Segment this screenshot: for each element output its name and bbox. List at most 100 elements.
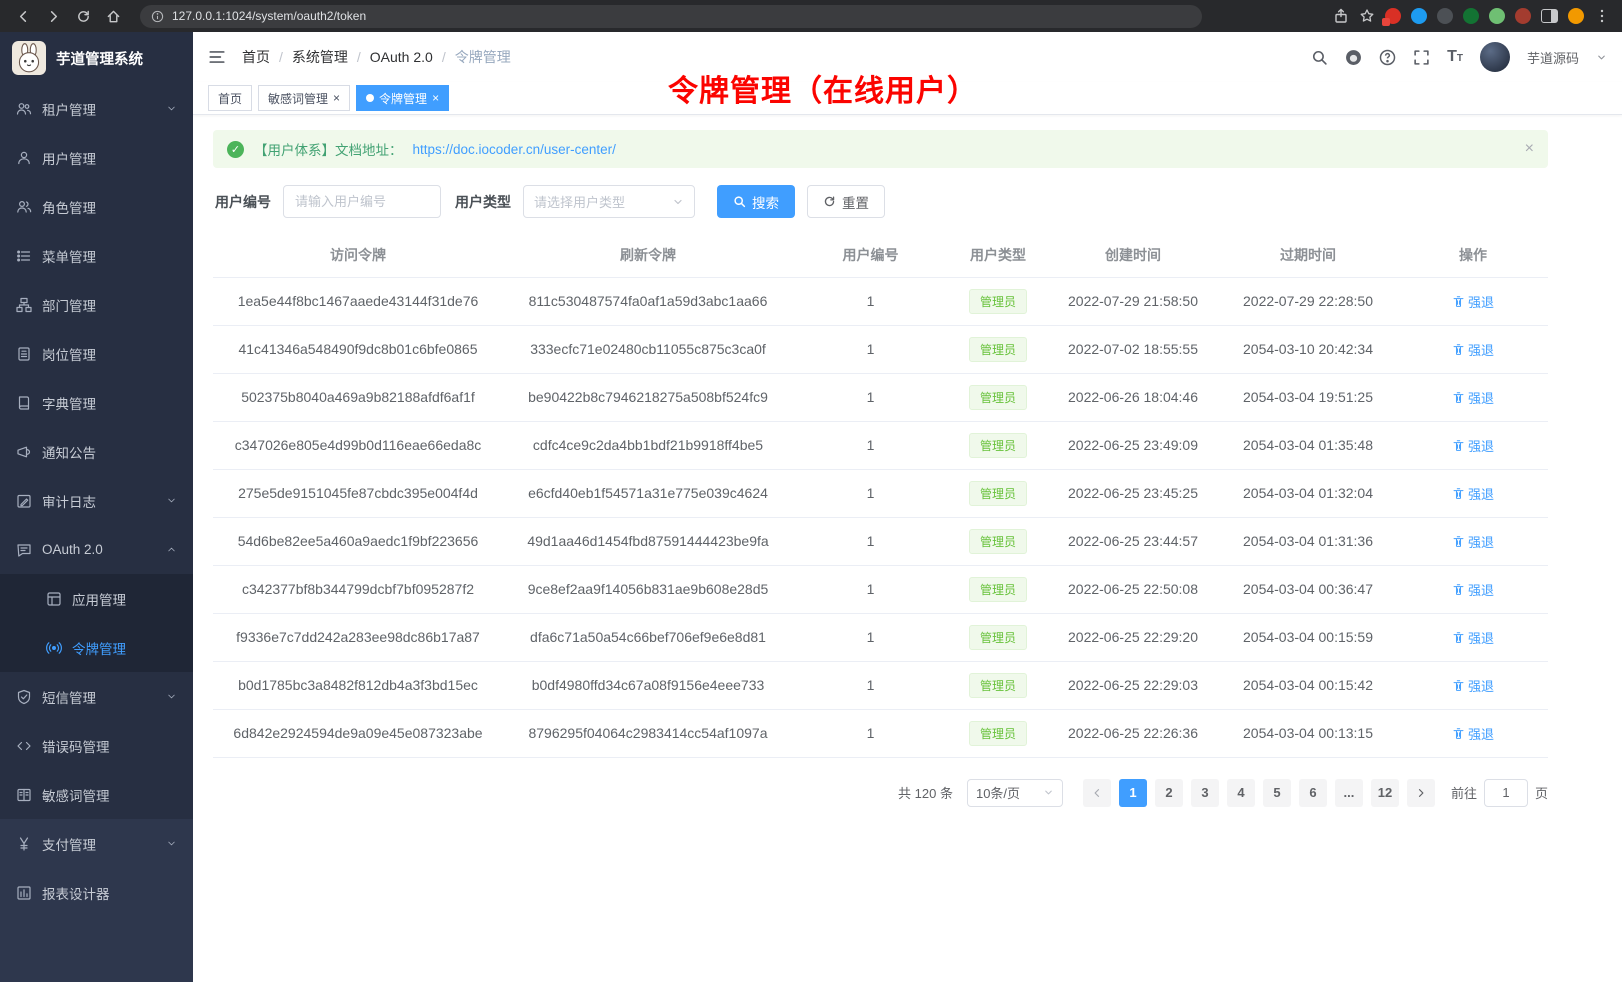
username[interactable]: 芋道源码 [1527, 48, 1579, 67]
force-logout-button[interactable]: 强退 [1452, 292, 1494, 311]
sidebar-subitem-1[interactable]: 应用管理 [0, 574, 193, 623]
extension-icon[interactable] [1437, 8, 1453, 24]
chevron-down-icon[interactable] [1596, 52, 1607, 63]
expire-time-cell: 2054-03-04 01:35:48 [1218, 421, 1398, 469]
extension-icon[interactable] [1411, 8, 1427, 24]
browser-menu-icon[interactable] [1594, 8, 1610, 24]
back-button[interactable] [10, 3, 36, 29]
breadcrumb-item[interactable]: 首页 [242, 47, 270, 67]
share-icon[interactable] [1333, 8, 1349, 24]
sidebar-item-label: 字典管理 [42, 393, 96, 413]
menu-icon [16, 248, 32, 264]
force-logout-button[interactable]: 强退 [1452, 580, 1494, 599]
access-token-cell: 41c41346a548490f9dc8b01c6bfe0865 [213, 325, 503, 373]
sidebar-item-3[interactable]: 角色管理 [0, 182, 193, 231]
site-info-icon[interactable] [151, 10, 164, 23]
prev-page-button[interactable] [1083, 779, 1111, 807]
user-avatar[interactable] [1480, 42, 1510, 72]
search-icon[interactable] [1311, 49, 1328, 66]
trash-icon [1452, 343, 1465, 356]
sidebar-item-4[interactable]: 菜单管理 [0, 231, 193, 280]
sidebar-subitem-2[interactable]: 令牌管理 [0, 623, 193, 672]
reset-button[interactable]: 重置 [807, 185, 885, 218]
extension-icon[interactable] [1463, 8, 1479, 24]
extension-icon[interactable] [1515, 8, 1531, 24]
user-id-input[interactable] [283, 185, 441, 218]
sidebar-item-6[interactable]: 岗位管理 [0, 329, 193, 378]
alert-doc-link[interactable]: https://doc.iocoder.cn/user-center/ [413, 142, 616, 157]
page-button-6[interactable]: 6 [1299, 779, 1327, 807]
created-time-cell: 2022-06-25 22:50:08 [1048, 565, 1218, 613]
close-tab-icon[interactable]: × [432, 92, 439, 104]
close-tab-icon[interactable]: × [333, 92, 340, 104]
force-logout-button[interactable]: 强退 [1452, 484, 1494, 503]
reload-button[interactable] [70, 3, 96, 29]
page-button-12[interactable]: 12 [1371, 779, 1399, 807]
url-bar[interactable]: 127.0.0.1:1024/system/oauth2/token [140, 5, 1202, 28]
breadcrumb-item[interactable]: 系统管理 [292, 47, 348, 67]
user-id-label: 用户编号 [215, 192, 271, 212]
close-alert-icon[interactable]: × [1525, 140, 1534, 158]
force-logout-button[interactable]: 强退 [1452, 388, 1494, 407]
github-icon[interactable] [1345, 49, 1362, 66]
user-type-select[interactable]: 请选择用户类型 [523, 185, 695, 218]
tab-1[interactable]: 首页 [208, 85, 252, 111]
tab-3[interactable]: 令牌管理× [356, 85, 449, 111]
page-button-4[interactable]: 4 [1227, 779, 1255, 807]
extension-icon[interactable] [1489, 8, 1505, 24]
sidebar-item-7[interactable]: 字典管理 [0, 378, 193, 427]
bookmark-star-icon[interactable] [1359, 8, 1375, 24]
user-type-badge: 管理员 [969, 433, 1027, 458]
table-row: 275e5de9151045fe87cbdc395e004f4de6cfd40e… [213, 469, 1548, 517]
force-logout-button[interactable]: 强退 [1452, 436, 1494, 455]
forward-button[interactable] [40, 3, 66, 29]
fullscreen-icon[interactable] [1413, 49, 1430, 66]
search-button[interactable]: 搜索 [717, 185, 795, 218]
url-text: 127.0.0.1:1024/system/oauth2/token [172, 9, 366, 23]
page-button-5[interactable]: 5 [1263, 779, 1291, 807]
sidebar-item-8[interactable]: 通知公告 [0, 427, 193, 476]
sidebar-item-13[interactable]: 敏感词管理 [0, 770, 193, 819]
next-page-button[interactable] [1407, 779, 1435, 807]
force-logout-button[interactable]: 强退 [1452, 676, 1494, 695]
home-button[interactable] [100, 3, 126, 29]
sidebar-item-15[interactable]: 报表设计器 [0, 868, 193, 917]
force-logout-button[interactable]: 强退 [1452, 724, 1494, 743]
goto-label: 前往 [1451, 783, 1477, 802]
sidebar-item-1[interactable]: 租户管理 [0, 84, 193, 133]
sidebar-item-11[interactable]: 短信管理 [0, 672, 193, 721]
page-button-3[interactable]: 3 [1191, 779, 1219, 807]
sidebar-item-14[interactable]: 支付管理 [0, 819, 193, 868]
sidebar-item-10[interactable]: OAuth 2.0 [0, 525, 193, 574]
app-logo [12, 41, 46, 75]
user-id-cell: 1 [793, 421, 948, 469]
goto-page-input[interactable] [1484, 779, 1528, 807]
trash-icon [1452, 631, 1465, 644]
sidebar-item-2[interactable]: 用户管理 [0, 133, 193, 182]
collapse-sidebar-icon[interactable] [208, 48, 226, 66]
tab-2[interactable]: 敏感词管理× [258, 85, 350, 111]
help-icon[interactable] [1379, 49, 1396, 66]
access-token-cell: 275e5de9151045fe87cbdc395e004f4d [213, 469, 503, 517]
page-size-select[interactable]: 10条/页 [967, 779, 1063, 807]
user-type-badge: 管理员 [969, 481, 1027, 506]
refresh-token-cell: 333ecfc71e02480cb11055c875c3ca0f [503, 325, 793, 373]
sidebar-item-12[interactable]: 错误码管理 [0, 721, 193, 770]
app-logo-block[interactable]: 芋道管理系统 [0, 32, 193, 84]
font-size-icon[interactable]: TT [1447, 48, 1463, 66]
page-button-2[interactable]: 2 [1155, 779, 1183, 807]
pagination-more[interactable]: ... [1335, 779, 1363, 807]
side-panel-icon[interactable] [1541, 9, 1558, 23]
force-logout-button[interactable]: 强退 [1452, 532, 1494, 551]
page-button-1[interactable]: 1 [1119, 779, 1147, 807]
sidebar-item-9[interactable]: 审计日志 [0, 476, 193, 525]
table-row: 502375b8040a469a9b82188afdf6af1fbe90422b… [213, 373, 1548, 421]
force-logout-button[interactable]: 强退 [1452, 340, 1494, 359]
browser-profile-avatar[interactable] [1568, 8, 1584, 24]
extension-icon[interactable] [1385, 8, 1401, 24]
force-logout-button[interactable]: 强退 [1452, 628, 1494, 647]
breadcrumb-item[interactable]: OAuth 2.0 [370, 49, 433, 65]
chevron-down-icon [166, 495, 177, 506]
column-header: 过期时间 [1218, 234, 1398, 277]
sidebar-item-5[interactable]: 部门管理 [0, 280, 193, 329]
